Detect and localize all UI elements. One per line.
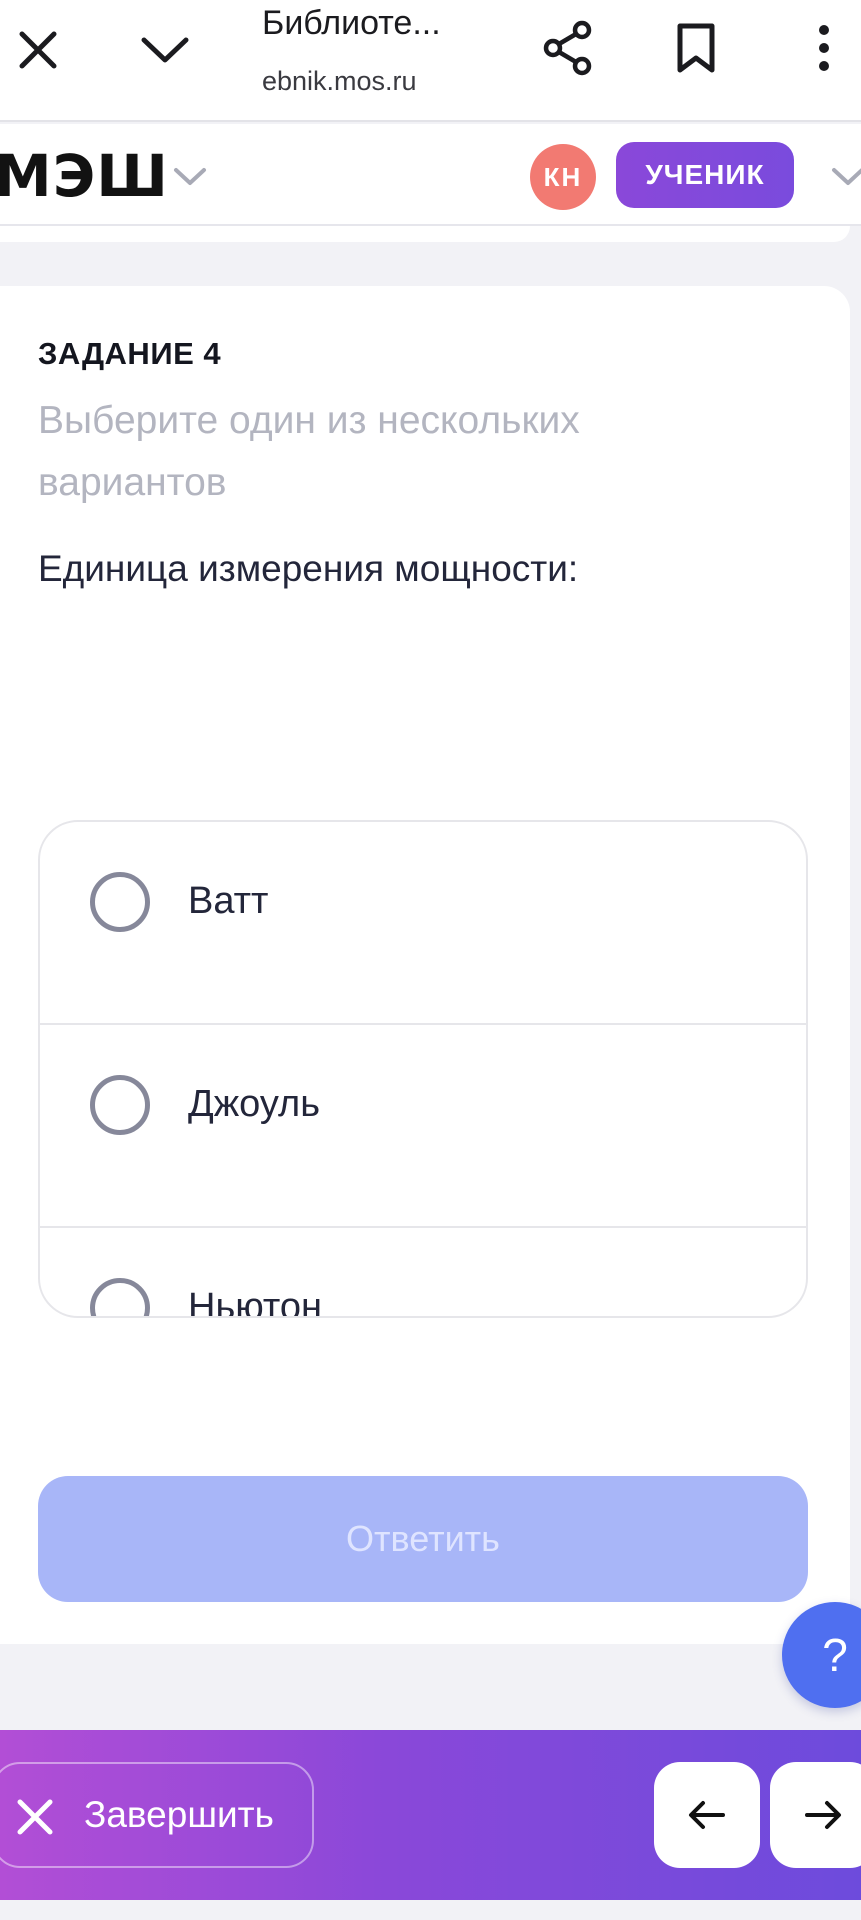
role-badge[interactable]: УЧЕНИК: [616, 142, 794, 208]
close-tab-button[interactable]: [8, 16, 68, 84]
option-item[interactable]: Ватт: [40, 822, 806, 1025]
more-vertical-icon: [819, 25, 829, 71]
arrow-right-icon: [805, 1801, 841, 1829]
answer-options: Ватт Джоуль Ньютон: [38, 820, 808, 1318]
answer-button[interactable]: Ответить: [38, 1476, 808, 1602]
collapse-button[interactable]: [132, 16, 198, 84]
task-number: ЗАДАНИЕ 4: [38, 336, 222, 371]
browser-page-title: Библиоте...: [262, 4, 441, 42]
option-label: Джоуль: [188, 1083, 320, 1125]
bottom-navigation: Завершить: [0, 1730, 861, 1900]
option-label: Ватт: [188, 880, 269, 922]
option-item[interactable]: Джоуль: [40, 1025, 806, 1228]
avatar[interactable]: КН: [530, 144, 596, 210]
close-icon: [17, 1799, 53, 1835]
option-label: Ньютон: [188, 1286, 323, 1318]
more-options-button[interactable]: [800, 14, 848, 82]
close-icon: [19, 31, 57, 69]
app-header: МЭШ КН УЧЕНИК: [0, 124, 861, 226]
chevron-down-icon[interactable]: [168, 154, 212, 198]
app-logo[interactable]: МЭШ: [0, 142, 169, 210]
page: Библиоте... ebnik.mos.ru МЭШ КН УЧЕНИК З…: [0, 0, 861, 1920]
browser-toolbar: Библиоте... ebnik.mos.ru: [0, 0, 861, 122]
browser-url[interactable]: ebnik.mos.ru: [262, 66, 462, 97]
radio-button[interactable]: [90, 1075, 150, 1135]
arrow-left-icon: [689, 1801, 725, 1829]
radio-button[interactable]: [90, 1278, 150, 1316]
chevron-down-icon[interactable]: [826, 154, 861, 198]
finish-button[interactable]: Завершить: [0, 1762, 314, 1868]
share-icon: [543, 20, 592, 76]
bookmark-icon: [677, 23, 715, 73]
question-card: ЗАДАНИЕ 4 Выберите один из нескольких ва…: [0, 286, 850, 1644]
task-hint: Выберите один из нескольких вариантов: [38, 399, 580, 504]
share-button[interactable]: [536, 14, 600, 82]
chevron-down-icon: [141, 37, 189, 63]
finish-label: Завершить: [84, 1794, 274, 1835]
previous-task-button[interactable]: [654, 1762, 760, 1868]
bookmark-button[interactable]: [666, 14, 726, 82]
radio-button[interactable]: [90, 872, 150, 932]
option-item[interactable]: Ньютон: [40, 1228, 806, 1318]
next-task-button[interactable]: [770, 1762, 861, 1868]
question-text: Единица измерения мощности:: [38, 548, 579, 589]
previous-card-edge: [0, 226, 850, 242]
